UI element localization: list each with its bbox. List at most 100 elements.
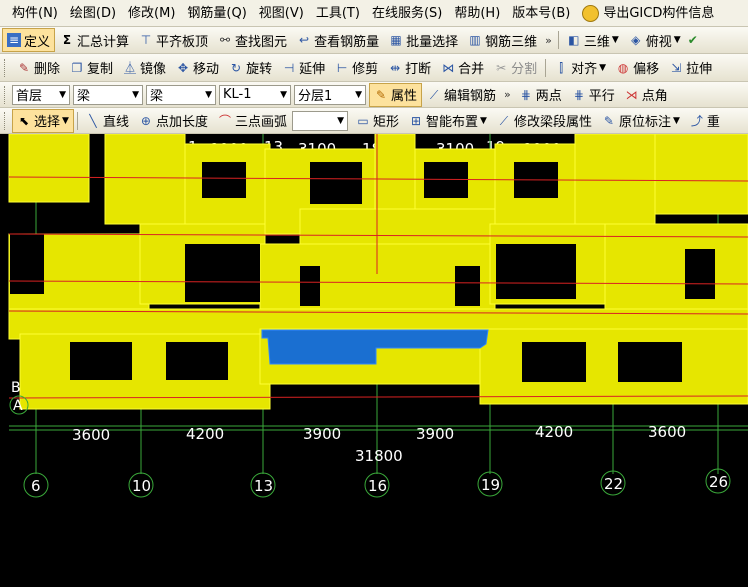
parallel-button[interactable]: ⋕ 平行 xyxy=(567,83,620,107)
smart-layout-dropdown[interactable]: ⊞ 智能布置 ▼ xyxy=(404,109,492,133)
view-mode-label: 三维 xyxy=(583,34,610,50)
layer-select[interactable]: 分层1 ▼ xyxy=(294,84,366,105)
line-icon: ╲ xyxy=(89,113,97,128)
rebar-3d-label: 钢筋三维 xyxy=(485,34,538,50)
menu-version[interactable]: 版本号(B) xyxy=(506,0,576,26)
toolbar3-overflow-icon[interactable]: » xyxy=(504,88,511,101)
break-icon: ⇹ xyxy=(390,60,401,75)
rect-button[interactable]: ▭ 矩形 xyxy=(351,109,404,133)
cube-icon: ◧ xyxy=(568,33,580,47)
line-button[interactable]: ╲ 直线 xyxy=(81,109,134,133)
chevron-down-icon: ▼ xyxy=(599,62,607,73)
check-icon[interactable]: ✔ xyxy=(686,33,700,47)
in-place-label-dropdown[interactable]: ✎ 原位标注 ▼ xyxy=(597,109,685,133)
rotate-button[interactable]: ↻ 旋转 xyxy=(224,56,277,80)
menu-modify[interactable]: 修改(M) xyxy=(122,0,181,26)
view-direction-label: 俯视 xyxy=(645,34,672,50)
in-place-label-icon: ✎ xyxy=(603,113,614,128)
separator xyxy=(76,111,78,130)
offset-icon: ◍ xyxy=(617,60,629,75)
type-select[interactable]: 梁 ▼ xyxy=(146,84,216,105)
point-length-button[interactable]: ⊕ 点加长度 xyxy=(134,109,213,133)
toolbar-grip[interactable] xyxy=(4,58,8,77)
chevron-down-icon: ▼ xyxy=(132,89,139,100)
point-angle-button[interactable]: ⋊ 点角 xyxy=(620,83,673,107)
toolbar1-overflow-icon[interactable]: » xyxy=(545,34,552,47)
element-name-value: KL-1 xyxy=(223,87,252,102)
menu-draw[interactable]: 绘图(D) xyxy=(64,0,122,26)
view-mode-dropdown[interactable]: ◧ 三维 ▼ xyxy=(562,28,624,52)
rotate-label: 旋转 xyxy=(246,62,273,77)
mirror-button[interactable]: ⏅ 镜像 xyxy=(118,56,171,80)
flush-slab-button[interactable]: ⊤ 平齐板顶 xyxy=(134,28,213,52)
view-direction-dropdown[interactable]: ◈ 俯视 ▼ xyxy=(624,28,686,52)
move-button[interactable]: ✥ 移动 xyxy=(171,56,224,80)
edit-rebar-button[interactable]: ⟋ 编辑钢筋 xyxy=(422,83,501,107)
cursor-arrow-icon: ⬉ xyxy=(18,113,30,128)
trim-button[interactable]: ⊢ 修剪 xyxy=(330,56,383,80)
sum-calc-button[interactable]: Σ 汇总计算 xyxy=(55,28,134,52)
two-points-icon: ⋕ xyxy=(520,87,531,102)
copy-button[interactable]: ❐ 复制 xyxy=(65,56,118,80)
face-icon xyxy=(582,4,600,22)
toolbar-grip[interactable] xyxy=(4,85,8,104)
rebar-3d-button[interactable]: ▥ 钢筋三维 xyxy=(463,28,542,52)
menu-help[interactable]: 帮助(H) xyxy=(448,0,506,26)
axis-label-26: 26 xyxy=(709,473,728,491)
extend-label: 延伸 xyxy=(299,62,326,77)
define-button[interactable]: ≡ 定义 xyxy=(2,28,56,52)
stretch-button[interactable]: ⇲ 拉伸 xyxy=(664,56,717,80)
modify-span-button[interactable]: ⟋ 修改梁段属性 xyxy=(492,109,597,133)
break-label: 打断 xyxy=(405,62,432,77)
two-points-button[interactable]: ⋕ 两点 xyxy=(514,83,567,107)
merge-icon: ⋈ xyxy=(442,60,455,75)
stretch-icon: ⇲ xyxy=(671,60,682,75)
drawing-canvas[interactable]: 3200 2900 3100 1800 3100 2900 3200 1 13 … xyxy=(0,134,748,587)
select-button[interactable]: ⬉ 选择 ▼ xyxy=(12,108,74,133)
menu-export-gicd[interactable]: 导出GICD构件信息 xyxy=(576,0,720,26)
bottom-dim-5: 4200 xyxy=(535,423,573,441)
redo-button[interactable]: ⤴ 重 xyxy=(685,109,725,133)
menu-view[interactable]: 视图(V) xyxy=(253,0,310,26)
extend-button[interactable]: ⊣ 延伸 xyxy=(277,56,330,80)
merge-button[interactable]: ⋈ 合并 xyxy=(436,56,489,80)
break-button[interactable]: ⇹ 打断 xyxy=(383,56,436,80)
define-icon: ≡ xyxy=(7,33,21,47)
arc-mode-select[interactable]: ▼ xyxy=(291,110,348,131)
delete-button[interactable]: ✎ 删除 xyxy=(12,56,65,80)
three-point-arc-button[interactable]: ⌒ 三点画弧 xyxy=(213,109,292,133)
row-label-b: B xyxy=(11,380,21,396)
offset-button[interactable]: ◍ 偏移 xyxy=(611,56,664,80)
menu-online-service[interactable]: 在线服务(S) xyxy=(366,0,448,26)
split-button[interactable]: ✂ 分割 xyxy=(489,56,542,80)
find-element-button[interactable]: ⚯ 查找图元 xyxy=(213,28,292,52)
parallel-label: 平行 xyxy=(588,89,615,104)
floor-select[interactable]: 首层 ▼ xyxy=(12,84,70,105)
flush-slab-label: 平齐板顶 xyxy=(156,34,209,50)
align-dropdown[interactable]: ⫿ 对齐 ▼ xyxy=(549,56,611,80)
category-select[interactable]: 梁 ▼ xyxy=(73,84,143,105)
chevron-down-icon: ▼ xyxy=(280,89,287,100)
total-dim: 31800 xyxy=(355,447,403,465)
batch-select-button[interactable]: ▦ 批量选择 xyxy=(384,28,463,52)
view-rebar-button[interactable]: ↩ 查看钢筋量 xyxy=(292,28,384,52)
rect-label: 矩形 xyxy=(372,115,399,130)
split-label: 分割 xyxy=(511,62,538,77)
toolbar-grip[interactable] xyxy=(4,111,8,130)
menu-tools[interactable]: 工具(T) xyxy=(310,0,366,26)
properties-button[interactable]: ✎ 属性 xyxy=(369,82,423,107)
bottom-dim-2: 4200 xyxy=(186,425,224,443)
export-gicd-label: 导出GICD构件信息 xyxy=(603,5,715,21)
menu-component[interactable]: 构件(N) xyxy=(6,0,64,26)
layer-value: 分层1 xyxy=(298,89,333,104)
chevron-down-icon: ▼ xyxy=(480,115,487,126)
floor-value: 首层 xyxy=(16,89,43,104)
flush-slab-icon: ⊤ xyxy=(140,33,152,47)
in-place-label-text: 原位标注 xyxy=(618,115,671,130)
sigma-icon: Σ xyxy=(62,33,72,47)
element-name-select[interactable]: KL-1 ▼ xyxy=(219,84,291,105)
menu-rebar-quantity[interactable]: 钢筋量(Q) xyxy=(181,0,252,26)
trim-icon: ⊢ xyxy=(336,60,348,75)
redo-label: 重 xyxy=(706,115,720,130)
separator xyxy=(545,58,547,77)
